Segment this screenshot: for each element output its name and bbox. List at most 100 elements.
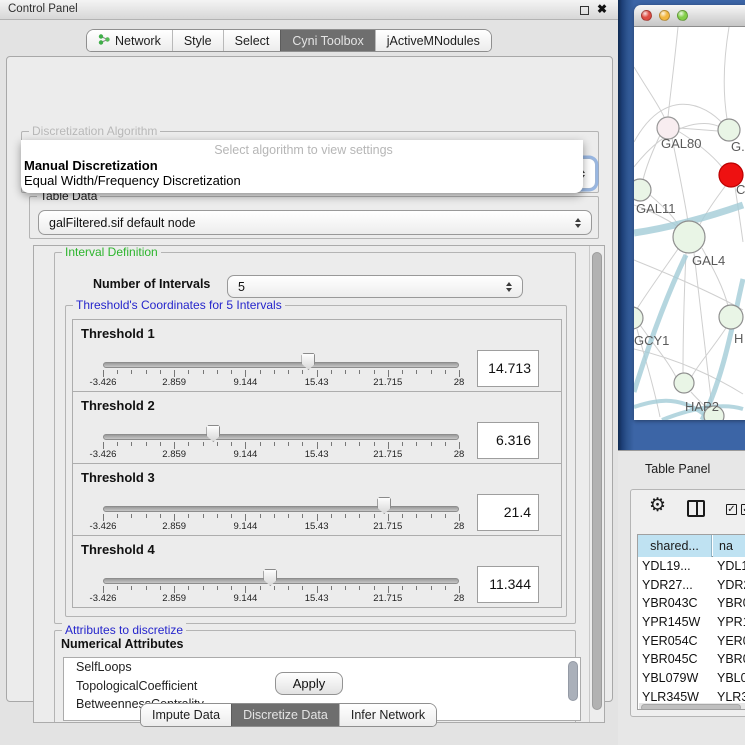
network-edge[interactable] xyxy=(635,249,678,312)
tick-mark xyxy=(160,370,161,374)
slider-track[interactable] xyxy=(103,506,459,512)
threshold-value-field[interactable]: 6.316 xyxy=(477,422,539,459)
tab-jactivemnodules[interactable]: jActiveMNodules xyxy=(375,30,491,51)
slider-track[interactable] xyxy=(103,362,459,368)
dropdown-item[interactable]: Equal Width/Frequency Discretization xyxy=(24,173,583,188)
table-data-group: Table Data galFiltered.sif default node xyxy=(29,196,599,239)
apply-button[interactable]: Apply xyxy=(275,672,343,695)
network-canvas[interactable]: GAL80G.CGAL11GAL4GCY1HHAP2 xyxy=(634,27,745,420)
group-title: Threshold's Coordinates for 5 Intervals xyxy=(73,298,285,312)
close-icon[interactable] xyxy=(641,10,652,21)
table-row[interactable]: YLR345WYLR3... xyxy=(638,688,745,703)
network-node[interactable] xyxy=(718,119,740,141)
cell-name: YDL1... xyxy=(717,557,745,576)
table-row[interactable]: YPR145WYPR1... xyxy=(638,613,745,632)
dropdown-placeholder-item[interactable]: Select algorithm to view settings xyxy=(24,142,583,158)
tick-mark xyxy=(117,370,118,374)
checkbox-icon[interactable]: ✓ xyxy=(741,504,745,515)
slider-track[interactable] xyxy=(103,434,459,440)
tab-label: Impute Data xyxy=(152,708,220,722)
tick-mark xyxy=(103,370,104,377)
vertical-scrollbar[interactable] xyxy=(589,246,604,722)
scrollbar-thumb[interactable] xyxy=(641,704,741,710)
network-edge[interactable] xyxy=(668,27,678,117)
tick-mark xyxy=(217,370,218,374)
cell-name: YDR2... xyxy=(717,576,745,595)
tab-label: Discretize Data xyxy=(243,708,328,722)
horizontal-scrollbar[interactable] xyxy=(639,703,745,710)
threshold-row: Threshold 1-3.4262.8599.14415.4321.71528… xyxy=(72,319,562,392)
tick-label: 28 xyxy=(454,593,465,604)
tick-mark xyxy=(260,586,261,590)
tab-select[interactable]: Select xyxy=(223,30,281,51)
float-window-icon[interactable] xyxy=(580,6,589,15)
node-label: GAL80 xyxy=(661,136,701,151)
network-node[interactable] xyxy=(674,373,694,393)
number-of-intervals-combobox[interactable]: 5 xyxy=(227,275,523,298)
tick-mark xyxy=(331,586,332,590)
threshold-value-field[interactable]: 14.713 xyxy=(477,350,539,387)
network-edge[interactable] xyxy=(694,253,712,407)
threshold-label: Threshold 3 xyxy=(81,470,155,485)
table-row[interactable]: YBR043CYBR0... xyxy=(638,594,745,613)
table-row[interactable]: YBL079WYBL0... xyxy=(638,669,745,688)
table-row[interactable]: YBR045CYBR0... xyxy=(638,650,745,669)
dropdown-item[interactable]: Manual Discretization xyxy=(24,158,583,173)
tick-mark xyxy=(231,442,232,446)
network-edge[interactable] xyxy=(724,27,729,119)
tick-mark xyxy=(431,586,432,590)
tick-label: 15.43 xyxy=(305,377,329,388)
network-edge[interactable] xyxy=(683,253,686,373)
slider-track[interactable] xyxy=(103,578,459,584)
network-node[interactable] xyxy=(719,305,743,329)
tick-mark xyxy=(203,514,204,518)
threshold-row: Threshold 3-3.4262.8599.14415.4321.71528… xyxy=(72,463,562,536)
zoom-icon[interactable] xyxy=(677,10,688,21)
threshold-value-field[interactable]: 21.4 xyxy=(477,494,539,531)
tab-impute-data[interactable]: Impute Data xyxy=(141,704,231,726)
tick-mark xyxy=(331,442,332,446)
threshold-value-field[interactable]: 11.344 xyxy=(477,566,539,603)
cell-shared-name: YPR145W xyxy=(642,613,700,632)
tab-network[interactable]: Network xyxy=(87,30,172,51)
node-attribute-table[interactable]: shared...na YDL19...YDL1...YDR27...YDR2.… xyxy=(637,534,745,710)
tab-infer-network[interactable]: Infer Network xyxy=(339,704,436,726)
tick-mark xyxy=(416,370,417,374)
tick-mark xyxy=(231,370,232,374)
split-columns-icon[interactable] xyxy=(687,500,705,517)
table-row[interactable]: YER054CYER0... xyxy=(638,632,745,651)
threshold-rows: Threshold 1-3.4262.8599.14415.4321.71528… xyxy=(72,320,562,608)
tick-mark xyxy=(146,370,147,374)
tick-mark xyxy=(359,586,360,590)
checkbox-icon[interactable]: ✓ xyxy=(726,504,737,515)
table-row[interactable]: YDR27...YDR2... xyxy=(638,576,745,595)
table-data-combobox[interactable]: galFiltered.sif default node xyxy=(38,210,592,235)
column-header[interactable]: na xyxy=(713,535,745,557)
network-node[interactable] xyxy=(673,221,705,253)
table-data-value: galFiltered.sif default node xyxy=(49,216,196,230)
tick-mark xyxy=(231,514,232,518)
close-icon[interactable]: ✖ xyxy=(597,2,607,16)
network-edge[interactable] xyxy=(679,128,718,131)
network-edge[interactable] xyxy=(643,133,661,180)
list-scrollbar[interactable] xyxy=(568,661,578,701)
tab-label: jActiveMNodules xyxy=(387,34,480,48)
threshold-label: Threshold 2 xyxy=(81,398,155,413)
gear-icon[interactable]: ⚙ xyxy=(649,494,666,517)
network-node[interactable] xyxy=(634,179,651,201)
tab-discretize-data[interactable]: Discretize Data xyxy=(231,704,339,726)
scrollbar-thumb[interactable] xyxy=(592,252,602,710)
tick-mark xyxy=(459,370,460,377)
tick-label: 9.144 xyxy=(234,521,258,532)
minimize-icon[interactable] xyxy=(659,10,670,21)
network-node[interactable] xyxy=(634,307,643,329)
tab-style[interactable]: Style xyxy=(172,30,223,51)
tick-mark xyxy=(445,442,446,446)
tick-mark xyxy=(288,514,289,518)
network-view-window: GAL80G.CGAL11GAL4GCY1HHAP2 xyxy=(634,5,745,420)
table-row[interactable]: YDL19...YDL1... xyxy=(638,557,745,576)
tick-label: 2.859 xyxy=(162,593,186,604)
tab-cyni-toolbox[interactable]: Cyni Toolbox xyxy=(280,30,374,51)
group-title: Attributes to discretize xyxy=(62,623,186,637)
column-header[interactable]: shared... xyxy=(638,535,712,557)
